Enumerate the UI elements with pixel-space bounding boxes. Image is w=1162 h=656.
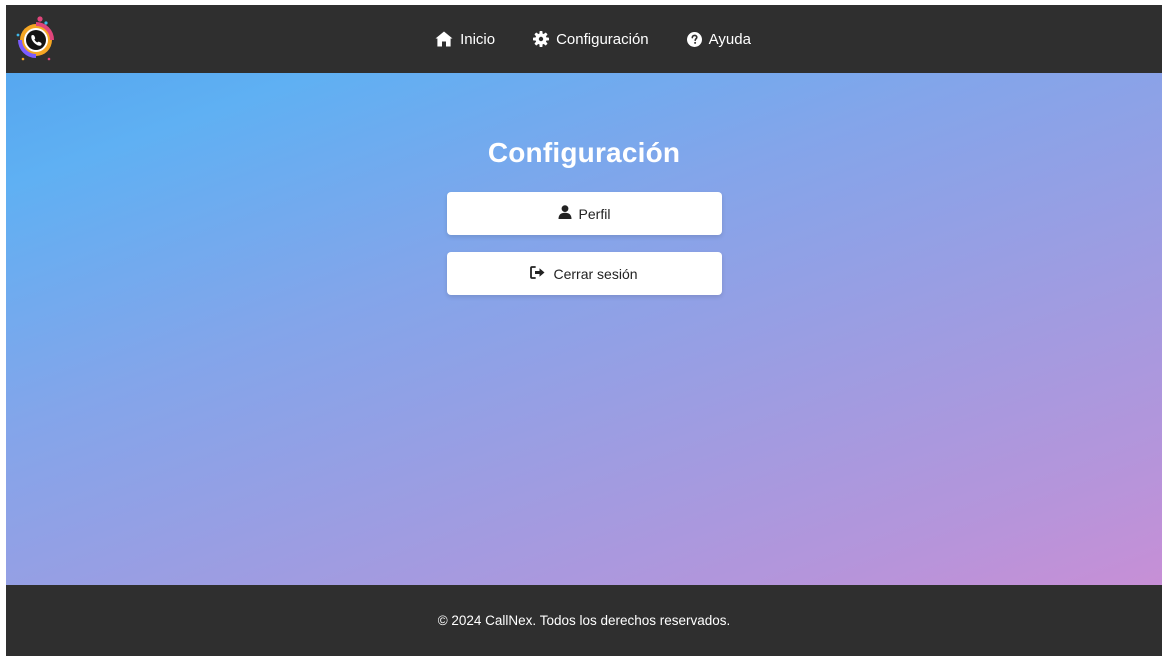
profile-button[interactable]: Perfil: [446, 192, 722, 235]
nav-item-ayuda[interactable]: Ayuda: [686, 30, 751, 48]
nav-item-configuracion[interactable]: Configuración: [533, 31, 649, 48]
logout-button-label: Cerrar sesión: [553, 265, 638, 282]
app-frame: Inicio Configuración Ayuda Configuración…: [6, 5, 1162, 656]
logout-button[interactable]: Cerrar sesión: [446, 252, 722, 295]
help-icon: [686, 31, 702, 47]
footer-copyright: © 2024 CallNex. Todos los derechos reser…: [437, 613, 731, 628]
nav-item-label: Ayuda: [708, 30, 751, 48]
nav-item-label: Inicio: [460, 30, 496, 48]
sign-out-icon: [530, 265, 546, 282]
page-title: Configuración: [487, 137, 681, 168]
gear-icon: [533, 31, 550, 47]
settings-panel: Configuración Perfil Cerrar sesión: [6, 73, 1162, 585]
nav-item-inicio[interactable]: Inicio: [435, 31, 495, 48]
profile-button-label: Perfil: [578, 205, 611, 222]
user-icon: [558, 205, 572, 222]
top-navbar: Inicio Configuración Ayuda: [6, 5, 1162, 73]
main-nav: Inicio Configuración Ayuda: [6, 5, 1162, 73]
nav-item-label: Configuración: [556, 30, 649, 48]
page-footer: © 2024 CallNex. Todos los derechos reser…: [6, 585, 1162, 656]
home-icon: [435, 31, 453, 47]
